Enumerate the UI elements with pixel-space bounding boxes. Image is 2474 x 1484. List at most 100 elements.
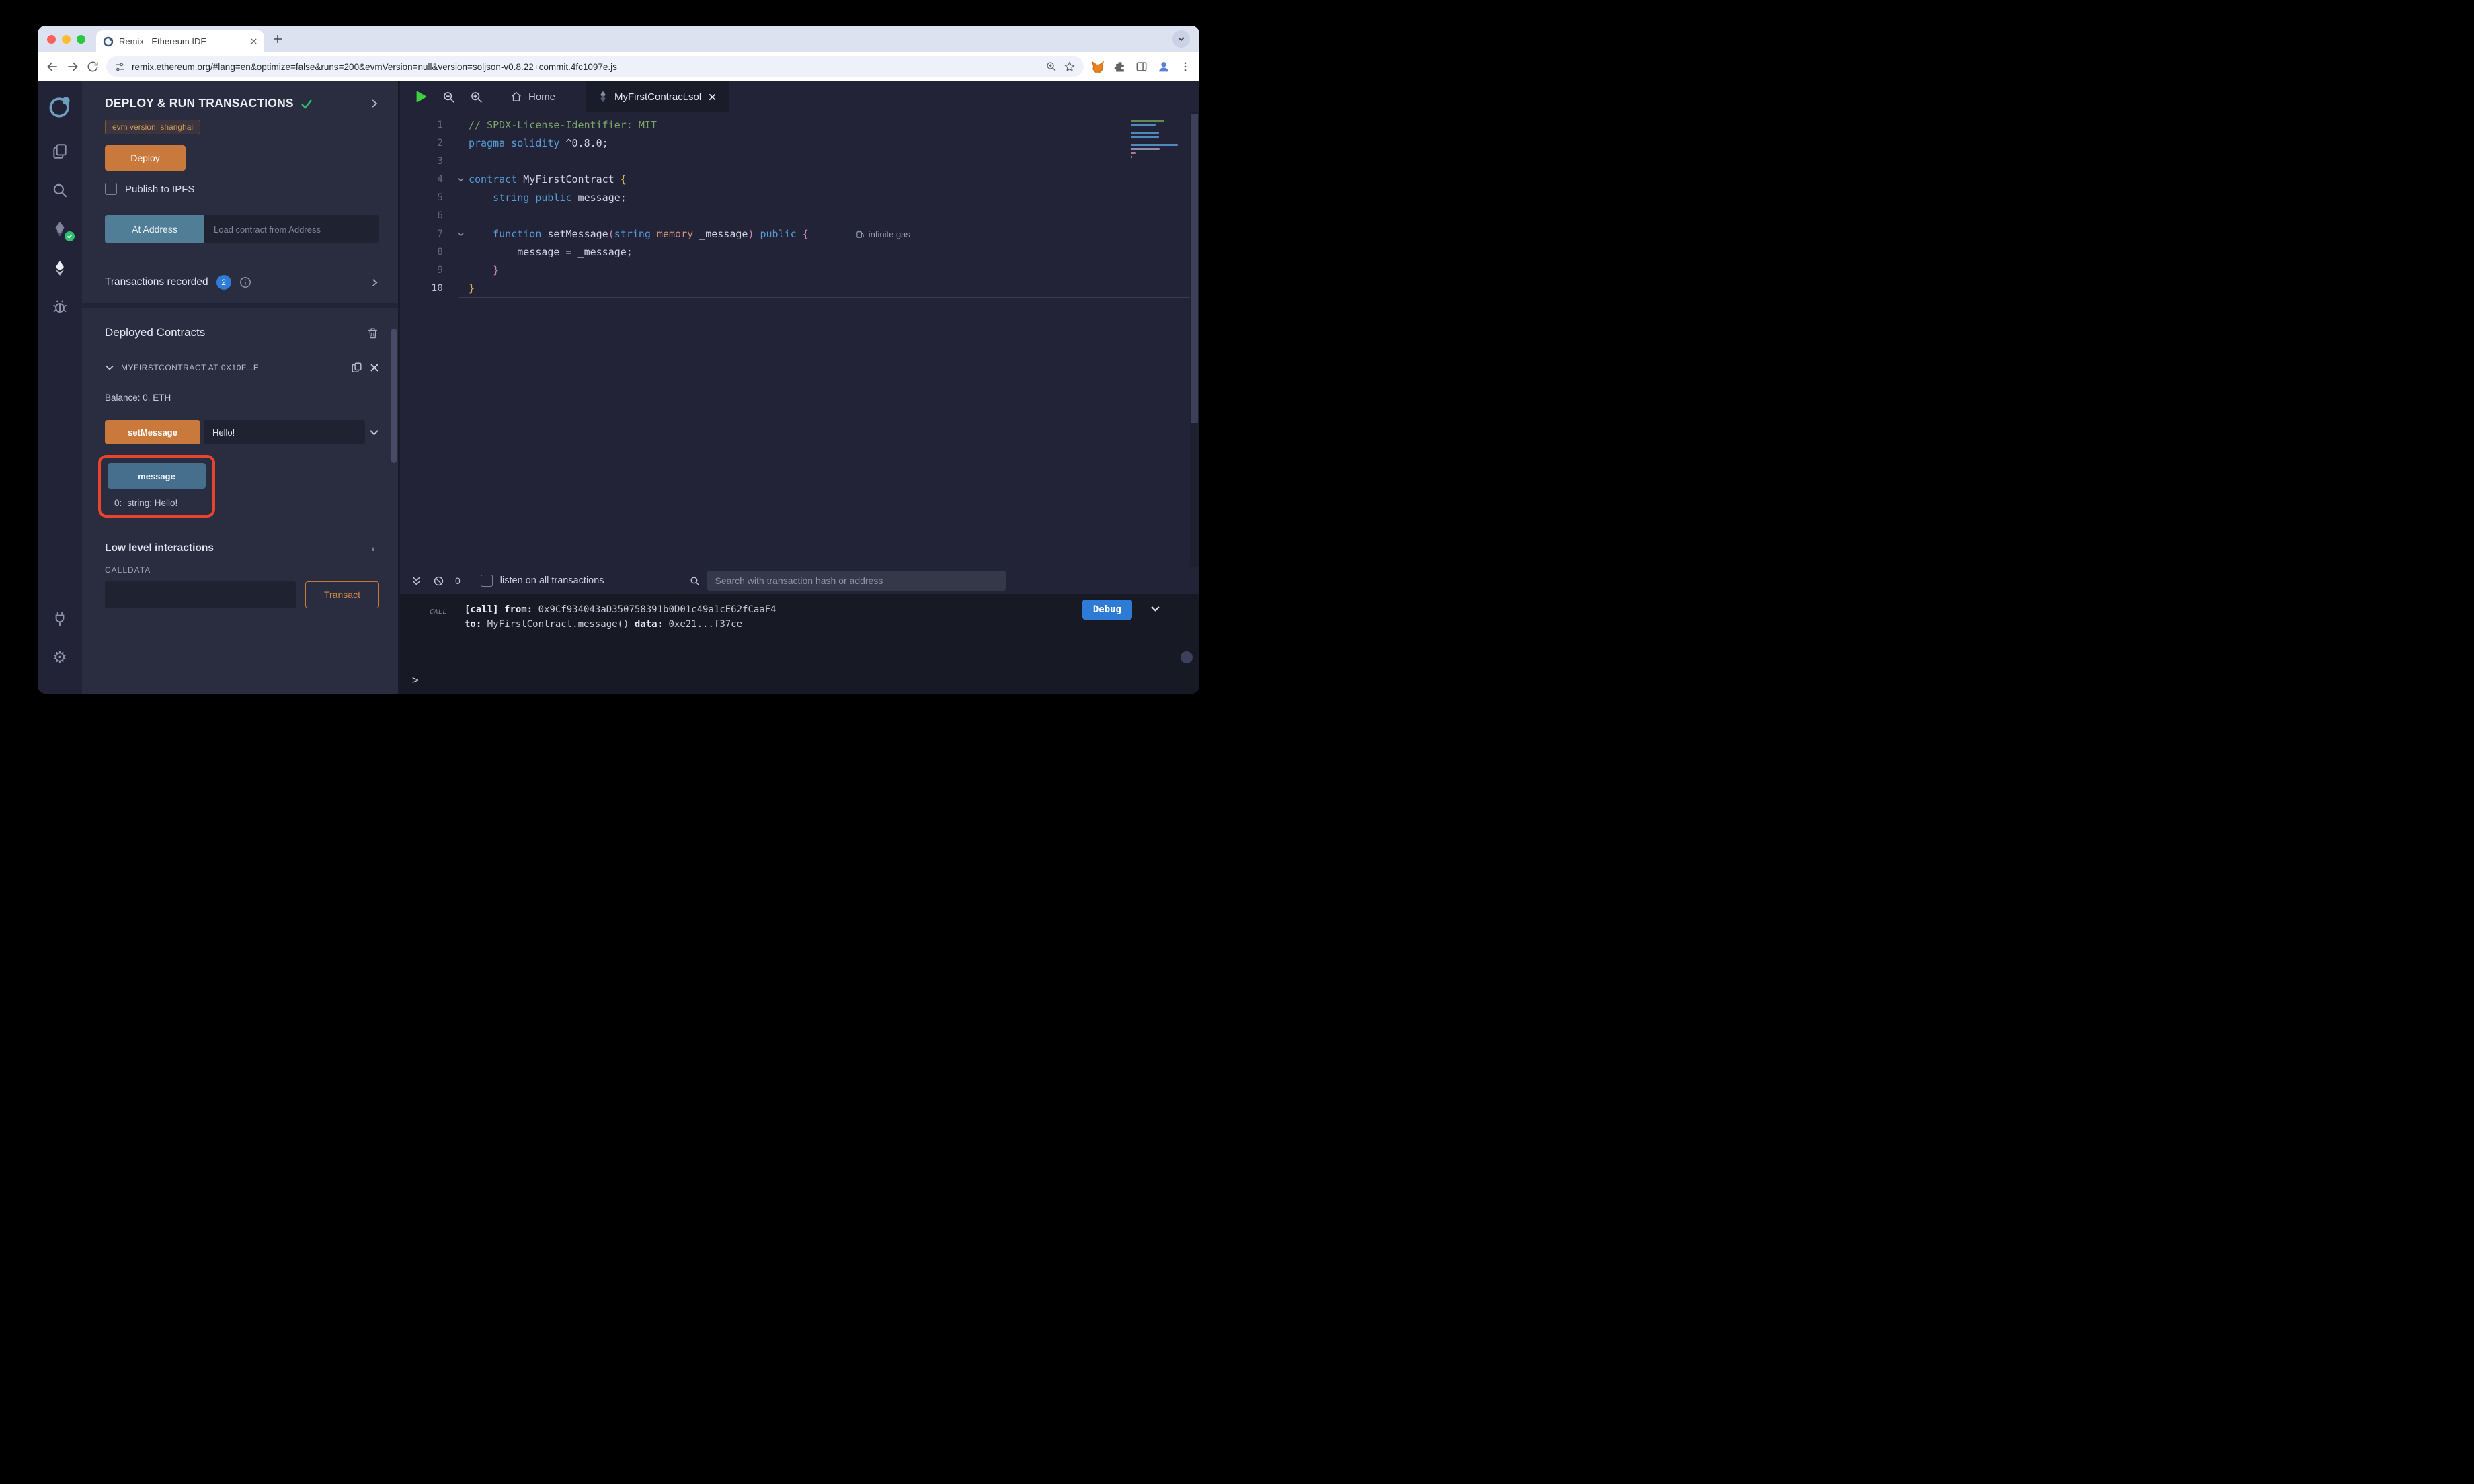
file-explorer-icon[interactable] bbox=[46, 136, 73, 166]
remix-app: ⚙ DEPLOY & RUN TRANSACTIONS evm version:… bbox=[38, 81, 1199, 694]
transactions-expand-chevron-icon[interactable] bbox=[370, 278, 379, 287]
contract-balance: Balance: 0. ETH bbox=[105, 393, 379, 403]
url-text[interactable]: remix.ethereum.org/#lang=en&optimize=fal… bbox=[132, 62, 1039, 72]
transact-button[interactable]: Transact bbox=[305, 581, 379, 608]
minimize-window-button[interactable] bbox=[62, 35, 71, 44]
tab-close-icon[interactable] bbox=[250, 38, 257, 45]
terminal-expand-icon[interactable] bbox=[411, 575, 422, 587]
scroll-to-bottom-handle[interactable] bbox=[1181, 651, 1193, 663]
clear-deployed-trash-icon[interactable] bbox=[366, 327, 379, 339]
zoom-out-icon[interactable] bbox=[442, 90, 456, 104]
reload-icon[interactable] bbox=[86, 60, 99, 73]
fold-gutter bbox=[452, 153, 469, 171]
tab-search-button[interactable] bbox=[1172, 30, 1190, 48]
plugin-manager-icon[interactable] bbox=[46, 604, 73, 634]
line-number: 5 bbox=[400, 189, 452, 207]
back-icon[interactable] bbox=[46, 60, 59, 73]
remix-logo-icon[interactable] bbox=[46, 92, 73, 122]
browser-tab[interactable]: Remix - Ethereum IDE bbox=[96, 30, 264, 52]
code-line[interactable]: 4contract MyFirstContract { bbox=[400, 171, 1125, 189]
log-expand-chevron-icon[interactable] bbox=[1150, 604, 1160, 614]
editor-scrollbar[interactable] bbox=[1190, 112, 1199, 567]
search-icon[interactable] bbox=[46, 175, 73, 205]
tab-file-close-icon[interactable] bbox=[708, 93, 717, 101]
zoom-window-button[interactable] bbox=[77, 35, 85, 44]
calldata-input[interactable] bbox=[105, 581, 296, 608]
code-line[interactable]: 1// SPDX-License-Identifier: MIT bbox=[400, 116, 1125, 134]
fold-chevron-icon[interactable] bbox=[452, 171, 469, 189]
run-script-play-icon[interactable] bbox=[413, 89, 428, 104]
line-number: 4 bbox=[400, 171, 452, 189]
panel-title: DEPLOY & RUN TRANSACTIONS bbox=[105, 96, 294, 110]
copy-address-icon[interactable] bbox=[350, 361, 363, 374]
message-call-result: 0: string: Hello! bbox=[108, 498, 206, 508]
at-address-input[interactable] bbox=[204, 215, 379, 243]
tab-file-label: MyFirstContract.sol bbox=[614, 91, 701, 103]
metamask-icon[interactable] bbox=[1090, 59, 1105, 74]
publish-ipfs-label: Publish to IPFS bbox=[125, 183, 194, 195]
minimap[interactable] bbox=[1131, 115, 1189, 160]
code-text: } bbox=[469, 280, 475, 298]
debugger-icon[interactable] bbox=[46, 292, 73, 322]
minimap-content bbox=[1131, 120, 1189, 158]
editor-scrollbar-thumb[interactable] bbox=[1191, 114, 1198, 423]
code-line[interactable]: 8 message = _message; bbox=[400, 243, 1125, 261]
code-line[interactable]: 9 } bbox=[400, 261, 1125, 280]
terminal-prompt[interactable]: > bbox=[412, 673, 419, 688]
bookmark-star-icon[interactable] bbox=[1064, 60, 1076, 73]
deployed-contracts-heading: Deployed Contracts bbox=[105, 326, 205, 339]
contract-instance-label: MYFIRSTCONTRACT AT 0X10F...E bbox=[121, 363, 259, 372]
browser-toolbar: remix.ethereum.org/#lang=en&optimize=fal… bbox=[38, 52, 1199, 81]
line-number: 9 bbox=[400, 261, 452, 280]
code-lines: 1// SPDX-License-Identifier: MIT2pragma … bbox=[400, 116, 1125, 298]
set-message-button[interactable]: setMessage bbox=[105, 420, 200, 444]
deploy-run-icon[interactable] bbox=[46, 253, 73, 283]
annotation-highlight-box: message 0: string: Hello! bbox=[98, 455, 215, 518]
close-window-button[interactable] bbox=[47, 35, 56, 44]
publish-ipfs-checkbox[interactable] bbox=[105, 183, 117, 195]
side-panel-scrollbar[interactable] bbox=[391, 329, 397, 463]
new-tab-button[interactable] bbox=[272, 34, 283, 44]
deploy-button[interactable]: Deploy bbox=[105, 145, 186, 171]
remove-instance-close-icon[interactable] bbox=[370, 363, 379, 372]
terminal-search-input[interactable] bbox=[707, 571, 1006, 591]
code-line[interactable]: 6 bbox=[400, 207, 1125, 225]
panel-collapse-chevron-icon[interactable] bbox=[370, 99, 379, 108]
line-number: 6 bbox=[400, 207, 452, 225]
solidity-compiler-icon[interactable] bbox=[46, 214, 73, 244]
fold-chevron-icon[interactable] bbox=[452, 225, 469, 243]
contract-collapse-chevron-icon[interactable] bbox=[105, 363, 114, 372]
terminal-clear-icon[interactable] bbox=[433, 575, 444, 587]
zoom-in-icon[interactable] bbox=[469, 90, 483, 104]
code-line[interactable]: 7 function setMessage(string memory _mes… bbox=[400, 225, 1125, 243]
zoom-icon[interactable] bbox=[1045, 60, 1058, 73]
forward-icon[interactable] bbox=[66, 60, 79, 73]
address-bar[interactable]: remix.ethereum.org/#lang=en&optimize=fal… bbox=[106, 56, 1084, 77]
transactions-count-badge: 2 bbox=[216, 275, 231, 290]
code-line[interactable]: 2pragma solidity ^0.8.0; bbox=[400, 134, 1125, 153]
debug-button[interactable]: Debug bbox=[1082, 600, 1132, 620]
tab-myfirstcontract[interactable]: MyFirstContract.sol bbox=[586, 81, 729, 112]
code-line[interactable]: 5 string public message; bbox=[400, 189, 1125, 207]
listen-transactions-label: listen on all transactions bbox=[500, 575, 604, 586]
code-editor[interactable]: 1// SPDX-License-Identifier: MIT2pragma … bbox=[400, 112, 1199, 567]
side-panel-icon[interactable] bbox=[1135, 60, 1148, 73]
menu-kebab-icon[interactable] bbox=[1179, 60, 1191, 73]
expand-args-chevron-icon[interactable] bbox=[369, 427, 379, 438]
code-line[interactable]: 3 bbox=[400, 153, 1125, 171]
tab-home[interactable]: Home bbox=[510, 91, 555, 103]
fold-gutter bbox=[452, 116, 469, 134]
code-line[interactable]: 10} bbox=[400, 280, 1125, 298]
code-text: string public message; bbox=[469, 189, 627, 207]
listen-transactions-checkbox[interactable] bbox=[481, 575, 493, 587]
line-number: 8 bbox=[400, 243, 452, 261]
set-message-input[interactable] bbox=[204, 420, 365, 444]
extensions-puzzle-icon[interactable] bbox=[1113, 60, 1127, 73]
settings-gear-icon[interactable]: ⚙ bbox=[46, 643, 73, 673]
transactions-info-icon[interactable] bbox=[239, 276, 251, 288]
message-getter-button[interactable]: message bbox=[108, 463, 206, 489]
at-address-button[interactable]: At Address bbox=[105, 215, 204, 243]
site-settings-icon[interactable] bbox=[114, 61, 126, 73]
low-level-info-icon[interactable] bbox=[367, 542, 379, 554]
profile-avatar-icon[interactable] bbox=[1156, 59, 1171, 74]
